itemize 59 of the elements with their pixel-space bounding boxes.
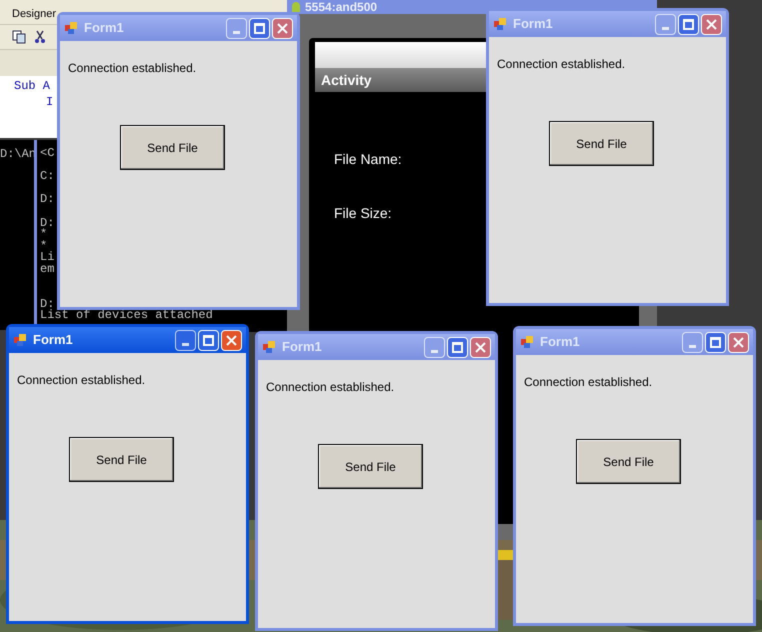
close-button[interactable]: [221, 330, 242, 350]
maximize-button[interactable]: [705, 332, 726, 352]
close-icon: [226, 334, 237, 346]
console-line: C:: [40, 171, 56, 183]
action-bar-title: Activity: [321, 70, 372, 90]
window-title: Form1: [540, 333, 580, 352]
app-icon: [13, 333, 27, 347]
console-line: *: [40, 229, 48, 241]
console-line: D:: [40, 194, 56, 206]
close-button[interactable]: [701, 14, 722, 34]
status-label: Connection established.: [524, 374, 654, 391]
console-line: Li: [40, 252, 56, 264]
app-icon: [493, 17, 507, 31]
close-icon: [277, 22, 288, 34]
code-line: Sub A: [14, 78, 52, 94]
minimize-button[interactable]: [655, 14, 676, 34]
console-line: D:: [40, 298, 54, 310]
status-label: Connection established.: [17, 372, 146, 389]
status-label: Connection established.: [497, 56, 626, 73]
close-icon: [706, 18, 717, 30]
maximize-button[interactable]: [249, 18, 270, 38]
close-button[interactable]: [470, 336, 491, 358]
minimize-button[interactable]: [682, 332, 703, 352]
close-icon: [475, 342, 486, 352]
app-icon: [520, 335, 534, 349]
console-line: List of devices attached: [40, 310, 214, 322]
minimize-button[interactable]: [175, 330, 196, 350]
field-label: File Name:: [334, 150, 403, 169]
scissors-icon[interactable]: [34, 30, 46, 44]
console-line: <C: [40, 148, 56, 160]
app-icon: [64, 21, 78, 35]
field-label: File Size:: [334, 204, 393, 223]
send-file-button[interactable]: Send File: [120, 125, 225, 170]
console-line: D:: [40, 218, 56, 230]
send-file-button[interactable]: Send File: [576, 439, 681, 484]
close-button[interactable]: [728, 332, 749, 352]
close-button[interactable]: [272, 18, 293, 38]
maximize-button[interactable]: [447, 336, 468, 358]
maximize-button[interactable]: [678, 14, 699, 34]
minimize-button[interactable]: [424, 336, 445, 358]
emulator-title: 5554:and500: [305, 1, 378, 13]
console-line: *: [40, 240, 48, 252]
console-line: em: [40, 264, 56, 276]
status-label: Connection established.: [68, 60, 198, 77]
minimize-button[interactable]: [226, 18, 247, 38]
window-title: Form1: [84, 19, 124, 38]
code-line: I: [45, 94, 54, 110]
send-file-button[interactable]: Send File: [318, 444, 423, 489]
send-file-button[interactable]: Send File: [69, 437, 174, 482]
window-title: Form1: [33, 331, 73, 350]
copy-icon[interactable]: [12, 30, 26, 44]
status-label: Connection established.: [266, 379, 396, 396]
window-title: Form1: [282, 338, 322, 356]
send-file-button[interactable]: Send File: [549, 121, 654, 166]
close-icon: [733, 336, 744, 348]
maximize-button[interactable]: [198, 330, 219, 350]
app-icon: [262, 340, 276, 354]
menu-item[interactable]: Designer: [12, 6, 56, 22]
window-title: Form1: [513, 15, 553, 34]
